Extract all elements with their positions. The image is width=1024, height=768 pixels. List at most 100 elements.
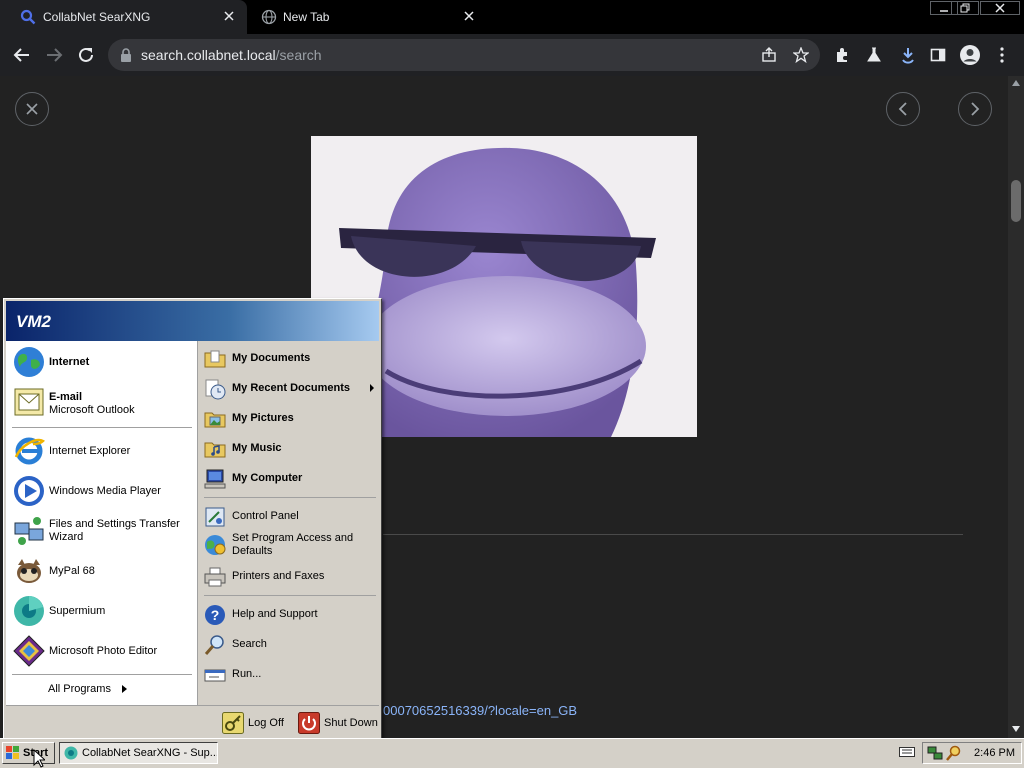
separator bbox=[12, 674, 192, 675]
control-panel-icon bbox=[204, 506, 226, 528]
divider bbox=[383, 534, 963, 535]
menu-item-internet-explorer[interactable]: Internet Explorer bbox=[13, 435, 193, 469]
internet-explorer-icon bbox=[13, 435, 45, 467]
tab-label: CollabNet SearXNG bbox=[43, 10, 151, 24]
shut-down-button[interactable]: Shut Down bbox=[298, 712, 378, 734]
menu-item-my-documents[interactable]: My Documents bbox=[204, 348, 374, 370]
close-preview-button[interactable] bbox=[15, 92, 49, 126]
separator bbox=[204, 497, 376, 498]
side-panel-icon[interactable] bbox=[926, 43, 950, 67]
log-off-button[interactable]: Log Off bbox=[222, 712, 292, 734]
computer-icon bbox=[204, 468, 226, 490]
forward-button[interactable] bbox=[42, 43, 66, 67]
browser-toolbar: search.collabnet.local/search bbox=[0, 34, 1024, 76]
folder-music-icon bbox=[204, 438, 226, 460]
media-player-icon bbox=[13, 475, 45, 507]
result-link[interactable]: 00070652516339/?locale=en_GB bbox=[383, 703, 577, 718]
reload-button[interactable] bbox=[74, 43, 98, 67]
menu-item-email[interactable]: E-mail Microsoft Outlook bbox=[13, 386, 193, 420]
tab-strip: CollabNet SearXNG New Tab bbox=[0, 0, 1024, 34]
start-button[interactable]: Start bbox=[2, 742, 55, 764]
labs-flask-icon[interactable] bbox=[862, 43, 886, 67]
supermium-icon bbox=[64, 746, 78, 760]
menu-item-supermium[interactable]: Supermium bbox=[13, 595, 193, 629]
menu-item-search[interactable]: Search bbox=[204, 634, 374, 656]
address-bar[interactable]: search.collabnet.local/search bbox=[108, 39, 820, 71]
arrow-right-icon bbox=[122, 685, 127, 693]
lock-icon bbox=[120, 48, 132, 62]
menu-item-my-recent-documents[interactable]: My Recent Documents bbox=[204, 378, 376, 400]
start-menu-header: VM2 bbox=[6, 301, 379, 341]
menu-item-my-computer[interactable]: My Computer bbox=[204, 468, 374, 490]
svg-text:?: ? bbox=[211, 607, 220, 623]
menu-item-internet[interactable]: Internet bbox=[13, 346, 193, 380]
menu-item-photo-editor[interactable]: Microsoft Photo Editor bbox=[13, 635, 193, 669]
folder-pictures-icon bbox=[204, 408, 226, 430]
globe-icon bbox=[13, 346, 45, 378]
run-icon bbox=[204, 664, 226, 686]
start-menu-footer: Log Off Shut Down bbox=[6, 705, 379, 738]
mypal-icon bbox=[13, 555, 45, 587]
menu-item-help-support[interactable]: ? Help and Support bbox=[204, 604, 374, 626]
tab-label: New Tab bbox=[283, 10, 330, 24]
scrollbar-thumb[interactable] bbox=[1011, 180, 1021, 222]
menu-item-my-music[interactable]: My Music bbox=[204, 438, 374, 460]
profile-avatar-icon[interactable] bbox=[958, 43, 982, 67]
start-menu-places: My Documents My Recent Documents My Pict… bbox=[197, 341, 379, 705]
menu-item-program-access-defaults[interactable]: Set Program Access and Defaults bbox=[204, 531, 374, 559]
page-scrollbar[interactable] bbox=[1008, 76, 1024, 738]
user-name: VM2 bbox=[16, 312, 51, 331]
taskbar: Start CollabNet SearXNG - Sup... 2:46 PM bbox=[0, 738, 1024, 768]
scroll-down-icon[interactable] bbox=[1012, 726, 1020, 732]
keyboard-icon[interactable] bbox=[899, 745, 915, 759]
photo-editor-icon bbox=[13, 635, 45, 667]
arrow-right-icon bbox=[370, 384, 374, 392]
menu-item-my-pictures[interactable]: My Pictures bbox=[204, 408, 374, 430]
previous-image-button[interactable] bbox=[886, 92, 920, 126]
next-image-button[interactable] bbox=[958, 92, 992, 126]
printer-icon bbox=[204, 566, 226, 588]
star-icon[interactable] bbox=[792, 46, 810, 64]
close-window-button[interactable] bbox=[980, 1, 1020, 15]
network-icon[interactable] bbox=[927, 745, 943, 761]
help-icon: ? bbox=[204, 604, 226, 626]
search-icon bbox=[204, 634, 226, 656]
all-programs-button[interactable]: All Programs bbox=[48, 683, 148, 699]
close-tab-icon[interactable] bbox=[221, 8, 237, 24]
outlook-icon bbox=[13, 386, 45, 418]
recent-documents-icon bbox=[204, 378, 226, 400]
power-icon bbox=[298, 712, 320, 734]
menu-kebab-icon[interactable] bbox=[990, 43, 1014, 67]
share-icon[interactable] bbox=[760, 46, 778, 64]
url-text: search.collabnet.local/search bbox=[141, 47, 322, 63]
clock[interactable]: 2:46 PM bbox=[974, 747, 1015, 759]
search-icon[interactable] bbox=[945, 745, 961, 761]
menu-item-windows-media-player[interactable]: Windows Media Player bbox=[13, 475, 193, 509]
tab-collabnet-searxng[interactable]: CollabNet SearXNG bbox=[0, 0, 247, 34]
menu-item-printers-faxes[interactable]: Printers and Faxes bbox=[204, 566, 374, 588]
back-button[interactable] bbox=[10, 43, 34, 67]
menu-item-run[interactable]: Run... bbox=[204, 664, 374, 686]
scroll-up-icon[interactable] bbox=[1012, 80, 1020, 86]
tab-new-tab[interactable]: New Tab bbox=[247, 0, 487, 34]
windows-logo-icon bbox=[6, 746, 20, 760]
menu-item-files-settings-transfer[interactable]: Files and Settings Transfer Wizard bbox=[13, 515, 193, 549]
restore-button[interactable] bbox=[951, 1, 979, 15]
key-icon bbox=[222, 712, 244, 734]
menu-item-mypal[interactable]: MyPal 68 bbox=[13, 555, 193, 589]
menu-item-control-panel[interactable]: Control Panel bbox=[204, 506, 374, 528]
download-icon[interactable] bbox=[896, 43, 920, 67]
taskbar-item-browser[interactable]: CollabNet SearXNG - Sup... bbox=[59, 742, 218, 764]
extensions-icon[interactable] bbox=[830, 43, 854, 67]
close-tab-icon[interactable] bbox=[461, 8, 477, 24]
mouse-cursor-icon bbox=[33, 749, 45, 768]
search-icon bbox=[20, 9, 36, 25]
separator bbox=[12, 427, 192, 428]
folder-documents-icon bbox=[204, 348, 226, 370]
supermium-icon bbox=[13, 595, 45, 627]
start-menu: VM2 Internet E-mail Microsoft Outlook In… bbox=[3, 298, 382, 741]
transfer-wizard-icon bbox=[13, 515, 45, 547]
separator bbox=[204, 595, 376, 596]
start-menu-programs: Internet E-mail Microsoft Outlook Intern… bbox=[6, 341, 197, 705]
globe-icon bbox=[261, 9, 277, 25]
